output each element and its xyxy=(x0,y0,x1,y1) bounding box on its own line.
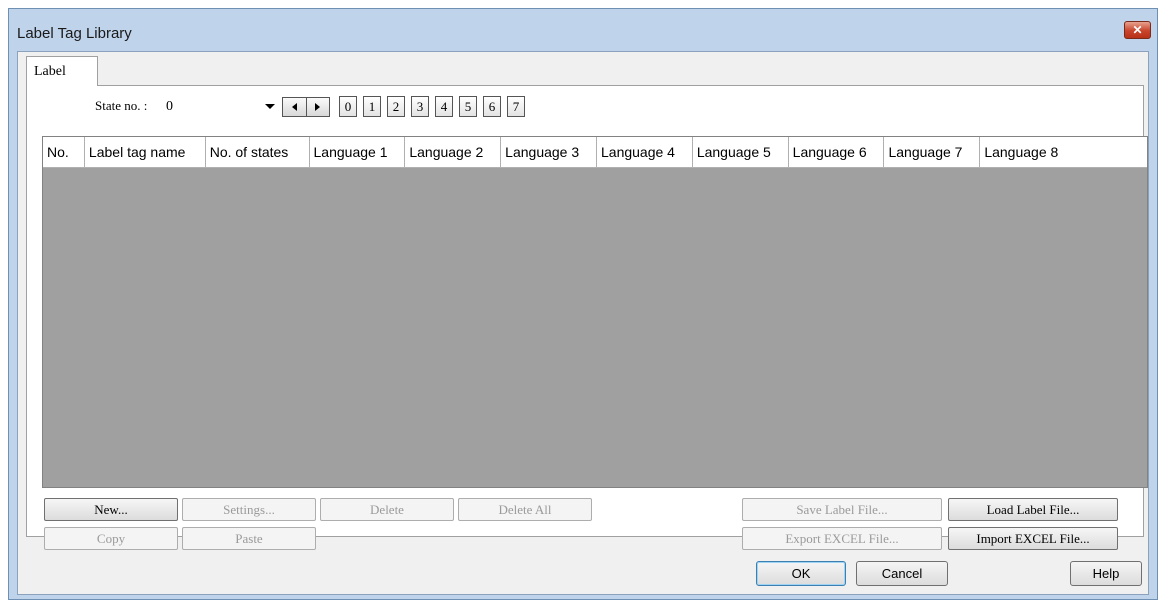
arrow-left-icon xyxy=(291,103,297,111)
dialog-body: Label State no. : 0 0 1 2 3 4 5 6 7 No. … xyxy=(17,51,1149,595)
title-bar[interactable]: Label Tag Library ✕ xyxy=(9,9,1157,53)
column-header-language-4[interactable]: Language 4 xyxy=(597,137,693,167)
save-label-file-button[interactable]: Save Label File... xyxy=(742,498,942,521)
table-header: No. Label tag name No. of states Languag… xyxy=(43,137,1147,168)
column-header-no[interactable]: No. xyxy=(43,137,85,167)
label-tag-table[interactable]: No. Label tag name No. of states Languag… xyxy=(42,136,1148,488)
state-no-dropdown[interactable]: 0 xyxy=(161,96,279,118)
copy-button[interactable]: Copy xyxy=(44,527,178,550)
state-button-3[interactable]: 3 xyxy=(411,96,429,117)
column-header-language-7[interactable]: Language 7 xyxy=(884,137,981,167)
help-button[interactable]: Help xyxy=(1070,561,1142,586)
close-button[interactable]: ✕ xyxy=(1124,21,1151,39)
label-tag-library-dialog: Label Tag Library ✕ Label State no. : 0 … xyxy=(8,8,1158,600)
cancel-button[interactable]: Cancel xyxy=(856,561,948,586)
state-button-2[interactable]: 2 xyxy=(387,96,405,117)
state-no-value: 0 xyxy=(166,99,173,114)
state-navigator xyxy=(282,97,330,117)
chevron-down-icon xyxy=(265,104,275,109)
column-header-language-1[interactable]: Language 1 xyxy=(310,137,406,167)
delete-button[interactable]: Delete xyxy=(320,498,454,521)
state-button-0[interactable]: 0 xyxy=(339,96,357,117)
state-button-6[interactable]: 6 xyxy=(483,96,501,117)
load-label-file-button[interactable]: Load Label File... xyxy=(948,498,1118,521)
column-header-language-5[interactable]: Language 5 xyxy=(693,137,789,167)
close-icon: ✕ xyxy=(1132,23,1143,37)
import-excel-file-button[interactable]: Import EXCEL File... xyxy=(948,527,1118,550)
state-no-label: State no. : xyxy=(95,98,148,113)
prev-state-button[interactable] xyxy=(283,98,307,116)
state-button-7[interactable]: 7 xyxy=(507,96,525,117)
settings-button[interactable]: Settings... xyxy=(182,498,316,521)
state-button-5[interactable]: 5 xyxy=(459,96,477,117)
arrow-right-icon xyxy=(315,103,321,111)
state-button-1[interactable]: 1 xyxy=(363,96,381,117)
export-excel-file-button[interactable]: Export EXCEL File... xyxy=(742,527,942,550)
state-button-4[interactable]: 4 xyxy=(435,96,453,117)
column-header-label-tag-name[interactable]: Label tag name xyxy=(85,137,206,167)
tab-label[interactable]: Label xyxy=(26,56,98,86)
column-header-no-of-states[interactable]: No. of states xyxy=(206,137,310,167)
window-title: Label Tag Library xyxy=(17,25,132,42)
delete-all-button[interactable]: Delete All xyxy=(458,498,592,521)
next-state-button[interactable] xyxy=(306,98,329,116)
column-header-language-3[interactable]: Language 3 xyxy=(501,137,597,167)
column-header-language-2[interactable]: Language 2 xyxy=(405,137,502,167)
column-header-language-8[interactable]: Language 8 xyxy=(980,137,1147,167)
paste-button[interactable]: Paste xyxy=(182,527,316,550)
ok-button[interactable]: OK xyxy=(756,561,846,586)
new-button[interactable]: New... xyxy=(44,498,178,521)
column-header-language-6[interactable]: Language 6 xyxy=(789,137,885,167)
